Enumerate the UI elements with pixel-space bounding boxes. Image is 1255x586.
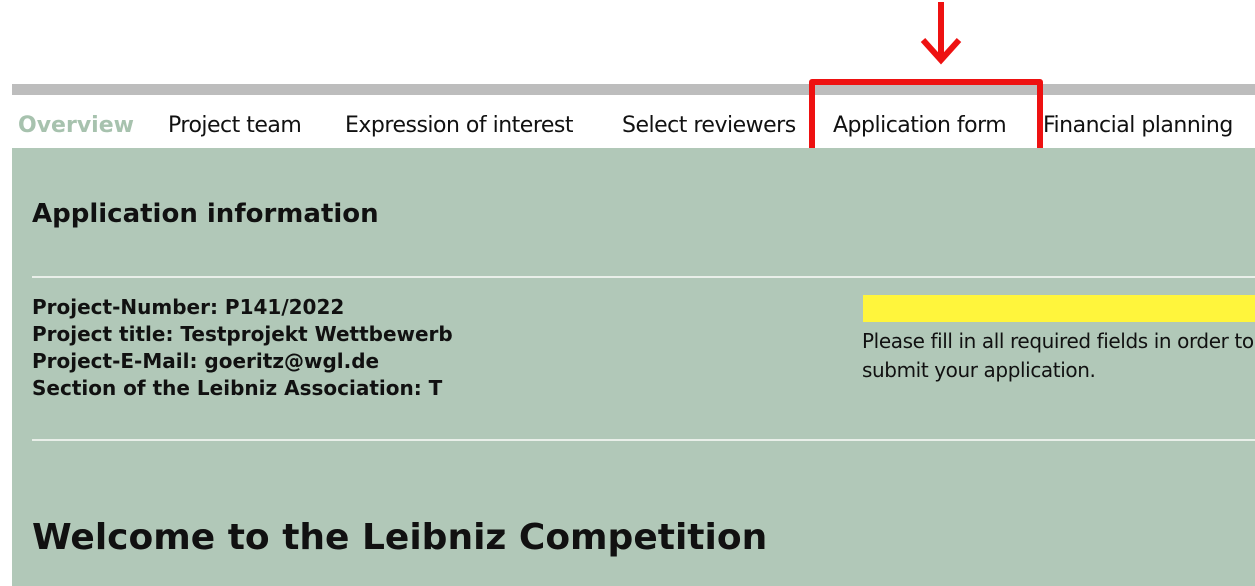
leibniz-section: Section of the Leibniz Association: T — [32, 376, 443, 400]
tab-overview[interactable]: Overview — [18, 106, 134, 146]
project-email: Project-E-Mail: goeritz@wgl.de — [32, 349, 380, 373]
arrow-down-icon — [920, 2, 962, 65]
tab-navigation: Overview Project team Expression of inte… — [18, 106, 1255, 146]
tab-project-team[interactable]: Project team — [168, 106, 302, 146]
divider — [32, 276, 1255, 278]
project-title: Project title: Testprojekt Wettbewerb — [32, 322, 453, 346]
project-number: Project-Number: P141/2022 — [32, 295, 345, 319]
status-indicator-bar — [863, 295, 1255, 322]
divider — [32, 439, 1255, 441]
tab-financial-planning[interactable]: Financial planning — [1043, 106, 1233, 146]
application-info-list: Project-Number: P141/2022 Project title:… — [32, 294, 453, 402]
tab-bar-top-rule — [12, 84, 1255, 95]
tab-application-form[interactable]: Application form — [833, 106, 1007, 146]
tab-select-reviewers[interactable]: Select reviewers — [622, 106, 796, 146]
status-message: Please fill in all required fields in or… — [862, 329, 1254, 382]
section-title: Application information — [32, 199, 379, 229]
welcome-heading: Welcome to the Leibniz Competition — [32, 517, 768, 558]
tab-expression-of-interest[interactable]: Expression of interest — [345, 106, 574, 146]
